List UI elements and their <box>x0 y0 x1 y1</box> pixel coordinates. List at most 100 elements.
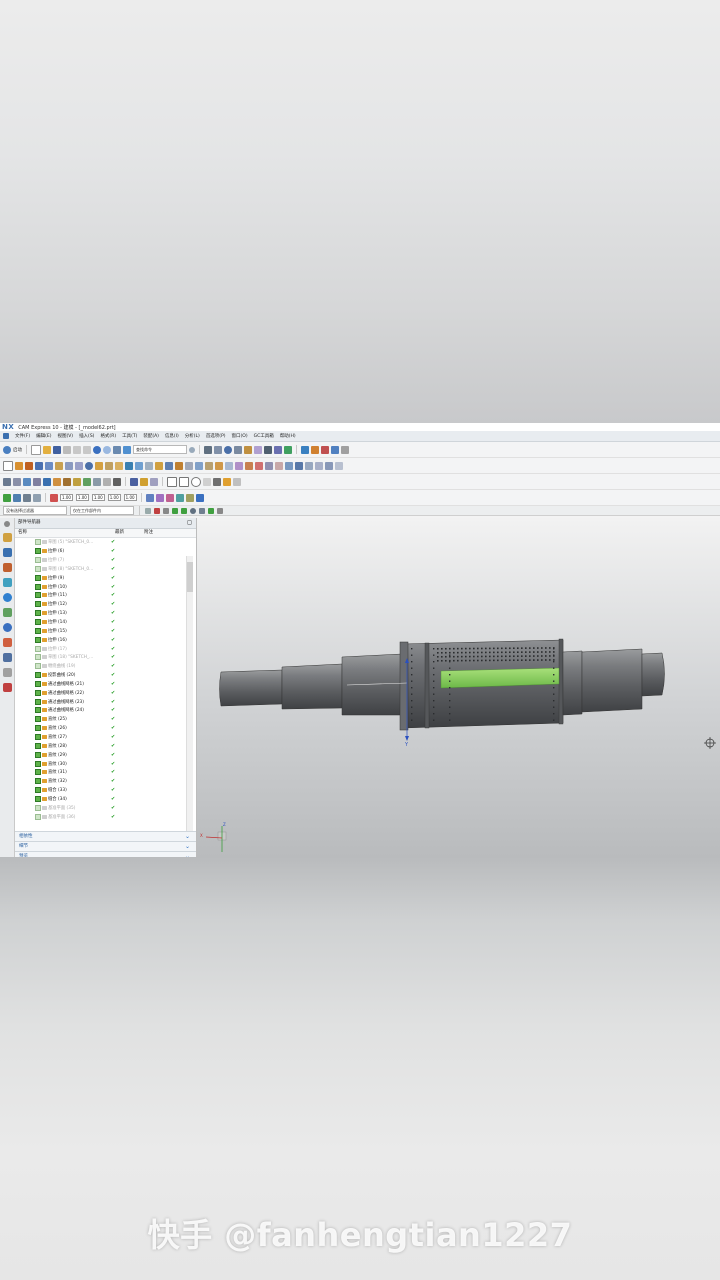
menu-item[interactable]: 工具(T) <box>122 433 137 439</box>
tree-row[interactable]: 直纹 (31) ✔ <box>15 768 196 777</box>
checkbox-icon[interactable] <box>35 583 41 590</box>
checkbox-icon[interactable] <box>35 548 41 555</box>
intersect-icon[interactable] <box>115 461 123 470</box>
join-curve-icon[interactable] <box>83 477 91 486</box>
snap-icon[interactable] <box>321 445 329 454</box>
snap-existing-icon[interactable] <box>217 507 223 514</box>
settings-icon[interactable] <box>4 521 10 527</box>
menu-item[interactable]: 视图(V) <box>57 433 73 439</box>
thicken-icon[interactable] <box>215 461 223 470</box>
tree-row[interactable]: 基准平面 (35) ✔ <box>15 803 196 812</box>
save-icon[interactable] <box>53 445 61 454</box>
intersection-curve-icon[interactable] <box>63 477 71 486</box>
tree-row[interactable]: 基准平面 (36) ✔ <box>15 812 196 821</box>
tree-row[interactable]: 拉伸 (15) ✔ <box>15 626 196 635</box>
wrap-curve-icon[interactable] <box>93 477 101 486</box>
curvature-icon[interactable] <box>155 493 164 502</box>
hole-icon[interactable] <box>35 461 43 470</box>
redo-icon[interactable] <box>103 445 111 454</box>
checkbox-icon[interactable] <box>35 557 41 564</box>
tree-row[interactable]: 直纹 (28) ✔ <box>15 741 196 750</box>
sketch-icon[interactable] <box>3 460 13 471</box>
checkbox-icon[interactable] <box>35 636 41 643</box>
scale-button[interactable]: 1.00 <box>60 494 73 501</box>
zoom-icon[interactable] <box>244 445 252 454</box>
inspect-icon[interactable] <box>13 493 21 502</box>
checkbox-icon[interactable] <box>35 574 41 581</box>
sew-icon[interactable] <box>225 461 233 470</box>
snap-midpoint-icon[interactable] <box>181 507 187 514</box>
polygon-icon[interactable] <box>203 477 211 486</box>
checkbox-icon[interactable] <box>35 751 41 758</box>
block-icon[interactable] <box>55 461 63 470</box>
repeat-command-icon[interactable] <box>113 445 121 454</box>
bridge-curve-icon[interactable] <box>73 477 81 486</box>
history-icon[interactable] <box>2 623 12 632</box>
surface-icon[interactable] <box>285 461 293 470</box>
scale-button[interactable]: 1.00 <box>91 494 105 501</box>
tree-row[interactable]: 拉伸 (14) ✔ <box>15 618 196 627</box>
pattern-icon[interactable] <box>165 461 173 470</box>
move-face-icon[interactable] <box>265 461 273 470</box>
new-file-icon[interactable] <box>31 444 41 455</box>
select-all-icon[interactable] <box>154 507 160 514</box>
part-navigator-icon[interactable] <box>2 563 12 572</box>
sphere-icon[interactable] <box>224 445 232 454</box>
split-body-icon[interactable] <box>195 461 203 470</box>
open-file-icon[interactable] <box>43 445 51 454</box>
sphere-feature-icon[interactable] <box>85 461 93 470</box>
tree-row[interactable]: 缠绕曲线 (19) ✔ <box>15 662 196 671</box>
tree-row[interactable]: 直纹 (32) ✔ <box>15 777 196 786</box>
navigator-pin-icon[interactable]: ◻ <box>187 518 192 528</box>
menu-item[interactable]: 首选项(P) <box>206 433 226 439</box>
checkbox-icon[interactable] <box>35 672 41 679</box>
reuse-library-icon[interactable] <box>2 578 12 587</box>
revolve-icon[interactable] <box>25 461 33 470</box>
tree-row[interactable]: 拉伸 (10) ✔ <box>15 582 196 591</box>
chamfer-curve-icon[interactable] <box>223 477 231 486</box>
swept-icon[interactable] <box>315 461 323 470</box>
checkbox-icon[interactable] <box>35 698 41 705</box>
checkbox-icon[interactable] <box>35 610 41 617</box>
line-icon[interactable] <box>3 477 11 486</box>
spline-icon[interactable] <box>23 477 31 486</box>
checkbox-icon[interactable] <box>35 592 41 599</box>
menu-item[interactable]: 装配(A) <box>143 433 159 439</box>
tree-row[interactable]: 拉伸 (16) ✔ <box>15 635 196 644</box>
curve-length-icon[interactable] <box>150 477 158 486</box>
scale-button[interactable]: 1.00 <box>123 494 137 501</box>
check-icon[interactable] <box>3 493 11 502</box>
select-icon[interactable] <box>123 445 131 454</box>
deselect-icon[interactable] <box>163 507 169 514</box>
menu-item[interactable]: 格式(R) <box>100 433 116 439</box>
checkbox-icon[interactable] <box>35 565 41 572</box>
menu-item[interactable]: 窗口(O) <box>232 433 248 439</box>
trim-body-icon[interactable] <box>185 461 193 470</box>
dependencies-panel[interactable]: 相依性 ⌄ <box>15 831 196 841</box>
unite-icon[interactable] <box>95 461 103 470</box>
start-button[interactable]: 启动 <box>13 447 22 453</box>
menu-item[interactable]: 分析(L) <box>185 433 200 439</box>
checkbox-icon[interactable] <box>35 601 41 608</box>
patch-icon[interactable] <box>235 461 243 470</box>
tree-row[interactable]: 拉伸 (6) ✔ <box>15 547 196 556</box>
fit-view-icon[interactable] <box>234 445 242 454</box>
tree-row[interactable]: 直纹 (29) ✔ <box>15 750 196 759</box>
tree-row[interactable]: 草图 (8) "SKETCH_0... ✔ <box>15 565 196 574</box>
menu-icon[interactable] <box>3 433 9 439</box>
tree-row[interactable]: 通过曲线网格 (24) ✔ <box>15 706 196 715</box>
delete-face-icon[interactable] <box>275 461 283 470</box>
checkbox-icon[interactable] <box>35 813 41 820</box>
point-set-icon[interactable] <box>233 477 241 486</box>
web-browser-icon[interactable] <box>2 593 12 602</box>
color-icon[interactable] <box>284 445 292 454</box>
triangle-icon[interactable] <box>167 476 177 487</box>
shaft-model[interactable]: Y X Z <box>197 518 720 857</box>
navigator-vertical-scrollbar[interactable] <box>186 556 193 833</box>
assembly-navigator-icon[interactable] <box>2 533 12 542</box>
circle-icon[interactable] <box>191 476 201 487</box>
boss-icon[interactable] <box>45 461 53 470</box>
arrow-icon[interactable] <box>195 493 204 502</box>
command-finder-input[interactable]: 查找命令 <box>133 445 187 454</box>
snap-quadrant-icon[interactable] <box>199 507 205 514</box>
